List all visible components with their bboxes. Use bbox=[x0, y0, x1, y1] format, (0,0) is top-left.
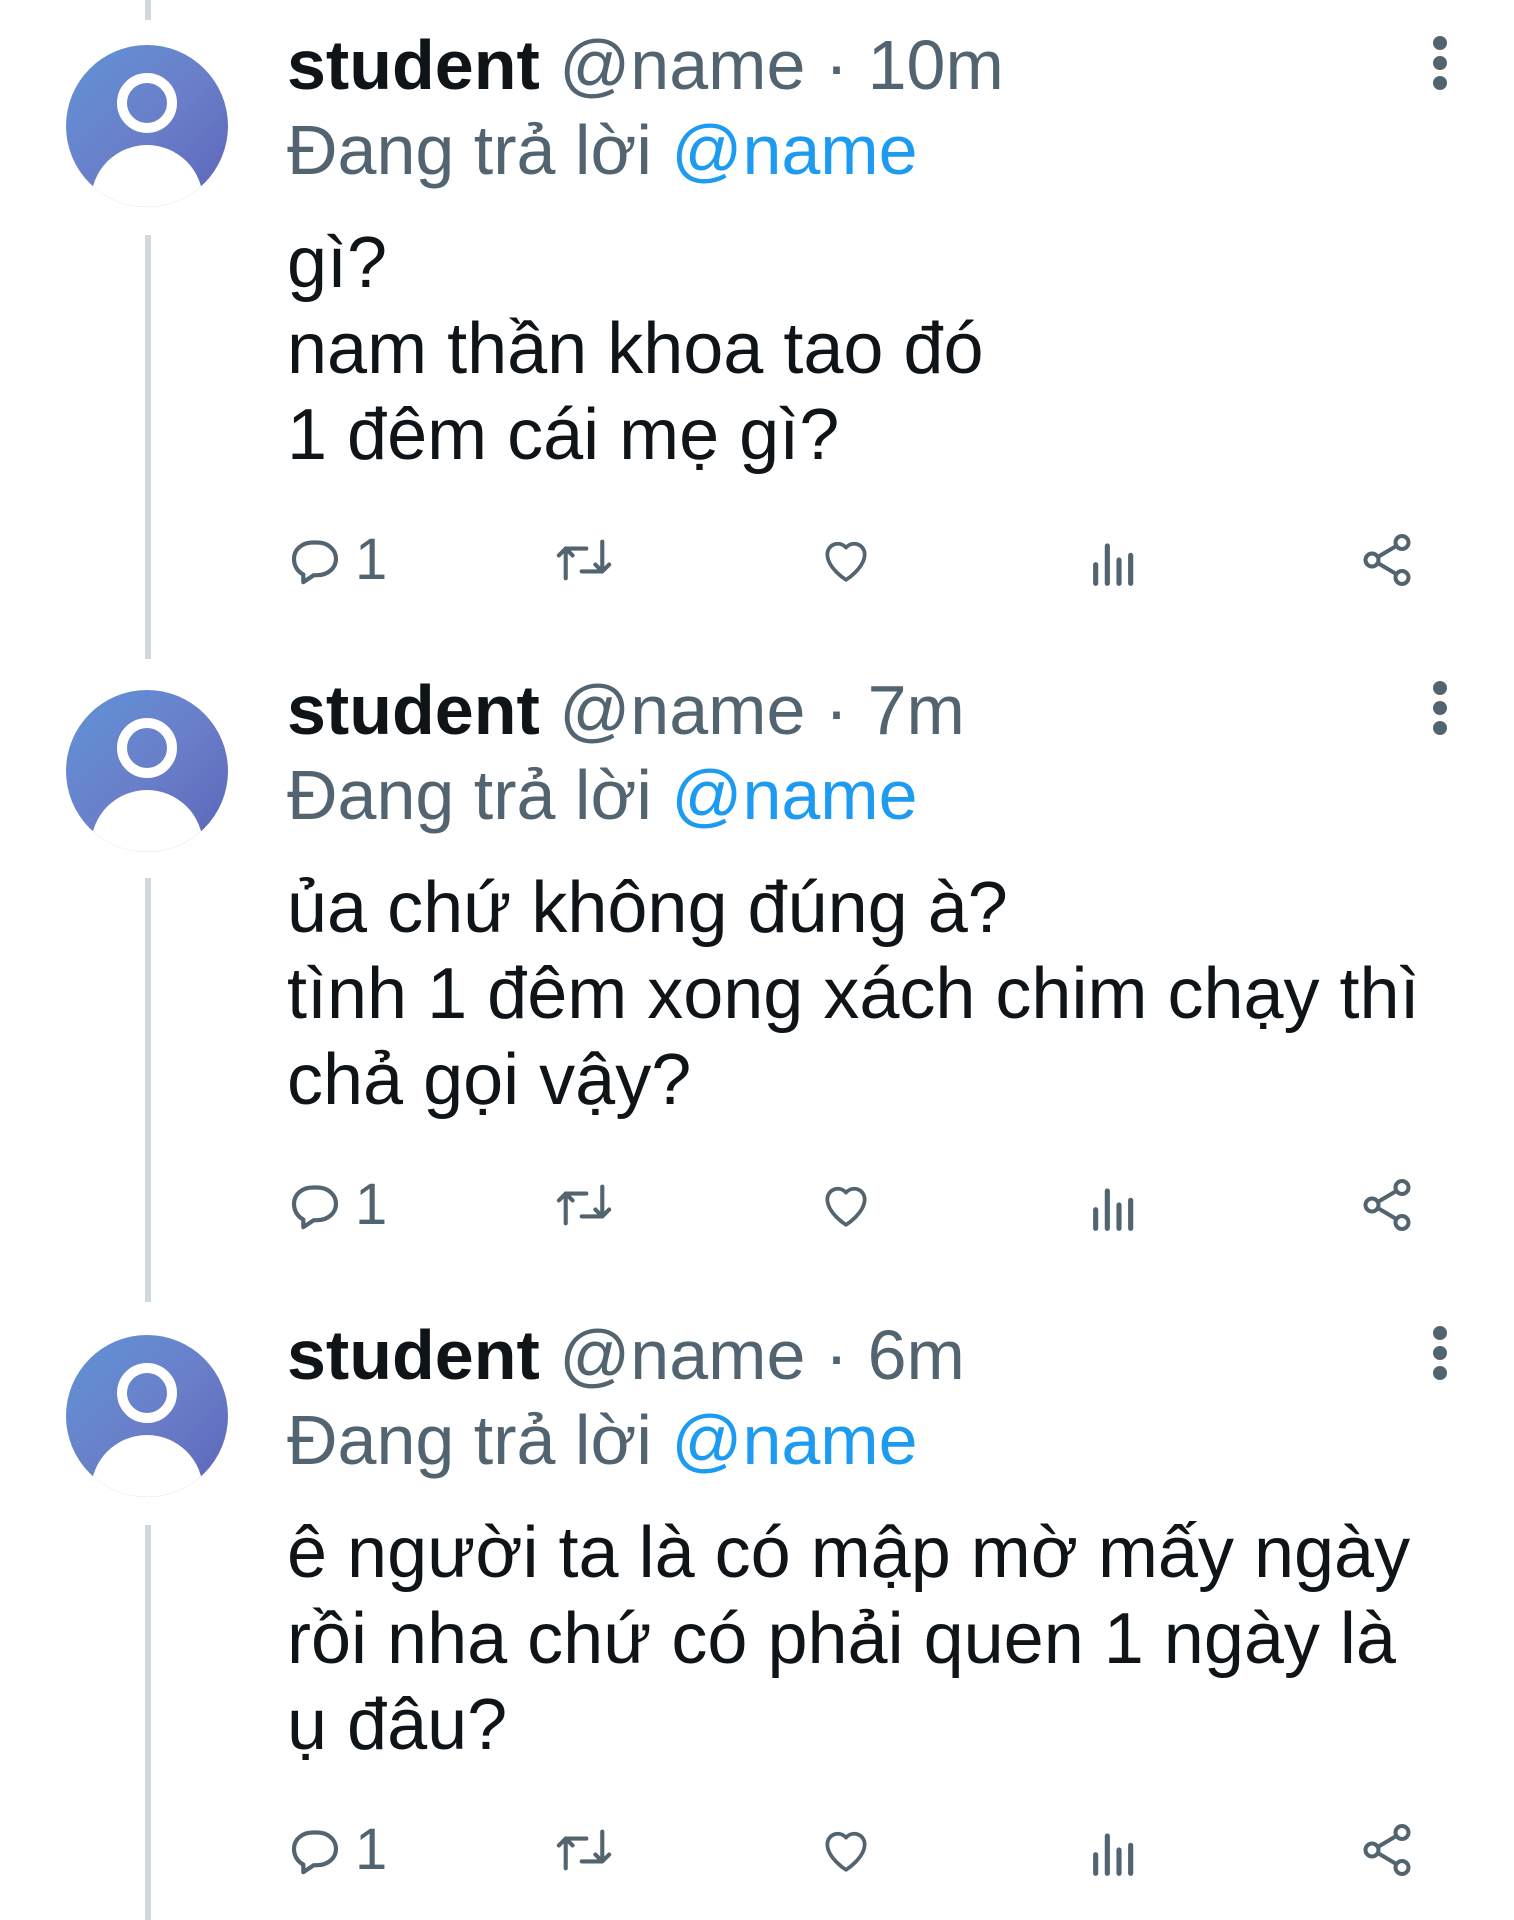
replying-to-label: Đang trả lời bbox=[287, 756, 652, 834]
separator-dot: · bbox=[824, 1316, 849, 1394]
separator-dot: · bbox=[824, 26, 849, 104]
tweet-header: student @name · 7m bbox=[287, 670, 965, 750]
bar-chart-icon bbox=[1093, 543, 1134, 586]
replying-to: Đang trả lời @name bbox=[287, 755, 918, 835]
like-button[interactable] bbox=[817, 1165, 875, 1245]
thread-line bbox=[145, 1525, 151, 1920]
thread-line bbox=[145, 235, 151, 659]
mention-link[interactable]: @name bbox=[671, 111, 917, 189]
display-name[interactable]: student bbox=[287, 671, 540, 749]
heart-icon bbox=[825, 1186, 867, 1227]
timestamp[interactable]: 6m bbox=[868, 1316, 965, 1394]
reply-count: 1 bbox=[355, 1817, 388, 1882]
tweet-text: ê người ta là có mập mờ mấy ngày rồi nha… bbox=[287, 1513, 1411, 1765]
tweet-actions: 1 bbox=[287, 1810, 1437, 1890]
share-button[interactable] bbox=[1357, 1810, 1417, 1890]
mention-link[interactable]: @name bbox=[671, 1401, 917, 1479]
reply-icon bbox=[291, 540, 339, 585]
like-button[interactable] bbox=[817, 520, 875, 600]
separator-dot: · bbox=[824, 671, 849, 749]
tweet-text: ủa chứ không đúng à? tình 1 đêm xong xác… bbox=[287, 868, 1420, 1120]
retweet-icon bbox=[556, 539, 612, 581]
tweet-actions: 1 bbox=[287, 520, 1437, 600]
thread-line bbox=[145, 0, 151, 20]
avatar-body-shape bbox=[91, 1435, 203, 1497]
more-icon[interactable] bbox=[1425, 1322, 1455, 1382]
timestamp[interactable]: 7m bbox=[868, 671, 965, 749]
share-icon bbox=[1363, 1824, 1411, 1876]
avatar-head-shape bbox=[117, 1363, 177, 1423]
avatar-body-shape bbox=[91, 790, 203, 852]
display-name[interactable]: student bbox=[287, 26, 540, 104]
replying-to: Đang trả lời @name bbox=[287, 110, 918, 190]
avatar[interactable] bbox=[66, 690, 228, 852]
heart-icon bbox=[825, 1831, 867, 1872]
display-name[interactable]: student bbox=[287, 1316, 540, 1394]
avatar[interactable] bbox=[66, 45, 228, 207]
tweet-text: gì? nam thần khoa tao đó 1 đêm cái mẹ gì… bbox=[287, 223, 984, 475]
tweet-actions: 1 bbox=[287, 1165, 1437, 1245]
views-button[interactable] bbox=[1087, 1165, 1137, 1245]
retweet-icon bbox=[556, 1184, 612, 1226]
tweet-header: student @name · 10m bbox=[287, 25, 1004, 105]
user-handle[interactable]: @name bbox=[559, 671, 805, 749]
reply-count: 1 bbox=[355, 527, 388, 592]
thread-line bbox=[145, 878, 151, 1302]
timestamp[interactable]: 10m bbox=[868, 26, 1004, 104]
share-button[interactable] bbox=[1357, 520, 1417, 600]
reply-icon bbox=[291, 1185, 339, 1230]
retweet-button[interactable] bbox=[552, 1165, 616, 1245]
more-icon[interactable] bbox=[1425, 32, 1455, 92]
like-button[interactable] bbox=[817, 1810, 875, 1890]
replying-to-label: Đang trả lời bbox=[287, 111, 652, 189]
retweet-button[interactable] bbox=[552, 1810, 616, 1890]
avatar-body-shape bbox=[91, 145, 203, 207]
bar-chart-icon bbox=[1093, 1188, 1134, 1231]
bar-chart-icon bbox=[1093, 1833, 1134, 1876]
reply-button[interactable]: 1 bbox=[287, 520, 387, 600]
avatar-head-shape bbox=[117, 73, 177, 133]
reply-button[interactable]: 1 bbox=[287, 1810, 387, 1890]
views-button[interactable] bbox=[1087, 1810, 1137, 1890]
replying-to: Đang trả lời @name bbox=[287, 1400, 918, 1480]
views-button[interactable] bbox=[1087, 520, 1137, 600]
avatar-head-shape bbox=[117, 718, 177, 778]
more-icon[interactable] bbox=[1425, 677, 1455, 737]
user-handle[interactable]: @name bbox=[559, 1316, 805, 1394]
share-button[interactable] bbox=[1357, 1165, 1417, 1245]
retweet-button[interactable] bbox=[552, 520, 616, 600]
reply-icon bbox=[291, 1830, 339, 1875]
tweet-header: student @name · 6m bbox=[287, 1315, 965, 1395]
heart-icon bbox=[825, 541, 867, 582]
reply-button[interactable]: 1 bbox=[287, 1165, 387, 1245]
mention-link[interactable]: @name bbox=[671, 756, 917, 834]
share-icon bbox=[1363, 1179, 1411, 1231]
avatar[interactable] bbox=[66, 1335, 228, 1497]
reply-count: 1 bbox=[355, 1172, 388, 1237]
replying-to-label: Đang trả lời bbox=[287, 1401, 652, 1479]
user-handle[interactable]: @name bbox=[559, 26, 805, 104]
retweet-icon bbox=[556, 1829, 612, 1871]
share-icon bbox=[1363, 534, 1411, 586]
